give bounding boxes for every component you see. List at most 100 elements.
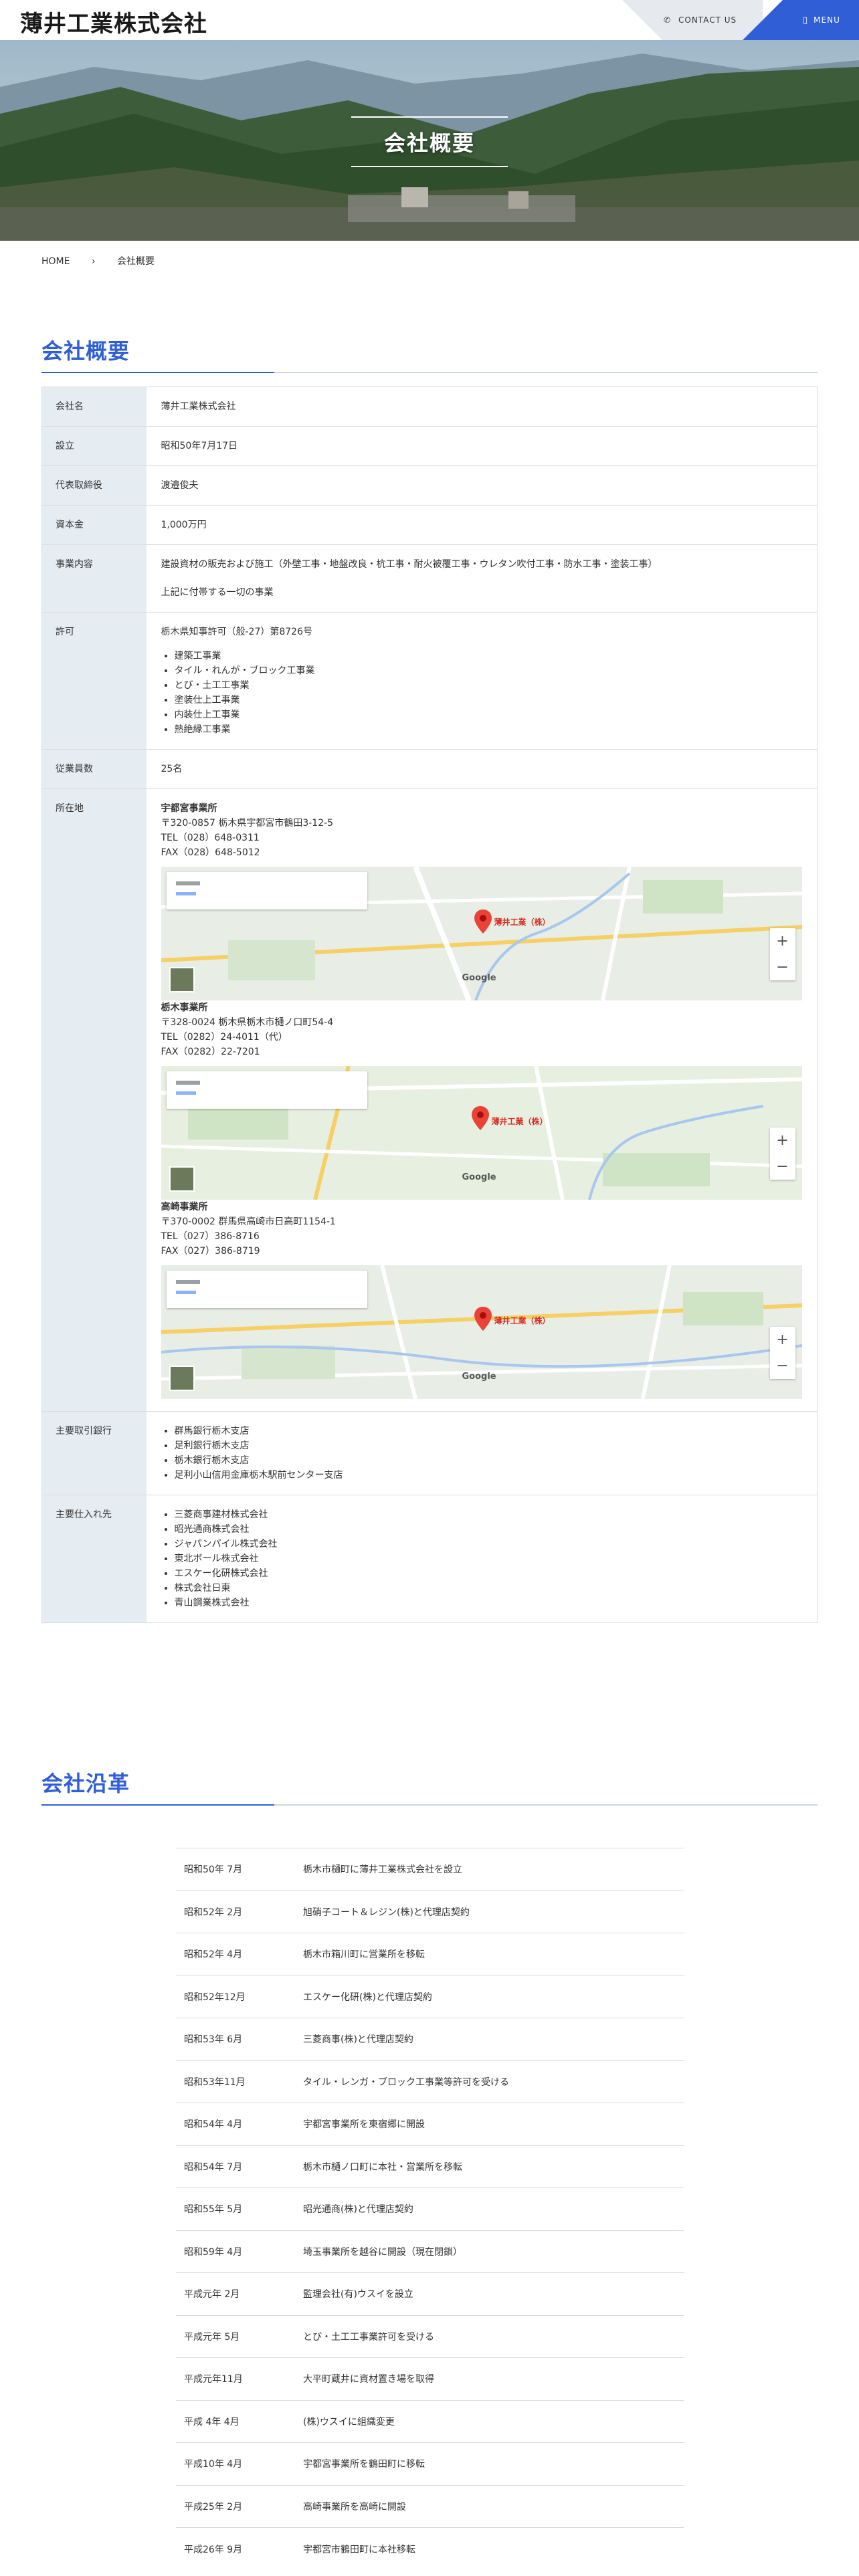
history-year: 昭和54年 7月 <box>176 2145 303 2188</box>
office-map[interactable]: 薄井工業（株） + − Google <box>161 867 802 1000</box>
label-license: 許可 <box>41 612 147 750</box>
map-zoom-in-button[interactable]: + <box>770 928 795 954</box>
google-logo: Google <box>462 973 496 983</box>
value-company-name: 薄井工業株式会社 <box>146 387 818 427</box>
banks-list: 群馬銀行栃木支店 足利銀行栃木支店 栃木銀行栃木支店 足利小山信用金庫栃木駅前セ… <box>161 1424 803 1483</box>
google-logo: Google <box>462 1372 496 1382</box>
row-ceo: 代表取締役 渡邉俊夫 <box>41 465 818 506</box>
history-event: 三菱商事(株)と代理店契約 <box>303 2018 684 2060</box>
map-pin-icon[interactable] <box>474 909 492 934</box>
google-logo: Google <box>462 1172 496 1182</box>
list-item: 東北ボール株式会社 <box>175 1551 803 1566</box>
company-section-heading: 会社概要 <box>41 334 818 373</box>
map-zoom-in-button[interactable]: + <box>770 1327 795 1353</box>
table-row: 昭和52年 2月 旭硝子コート＆レジン(株)と代理店契約 <box>176 1890 684 1933</box>
breadcrumb-home-link[interactable]: HOME <box>41 256 70 267</box>
list-item: ジャパンパイル株式会社 <box>175 1537 803 1551</box>
office-name: 栃木事業所 <box>161 1002 208 1013</box>
history-event: 宇都宮事業所を鶴田町に移転 <box>303 2442 684 2485</box>
history-event: 宇都宮市鶴田町に本社移転 <box>303 2527 684 2570</box>
history-event: (株)ウスイに組織変更 <box>303 2399 684 2443</box>
history-event: 栃木市箱川町に営業所を移転 <box>303 1933 684 1975</box>
site-logo[interactable]: 薄井工業株式会社 <box>20 5 207 38</box>
hero-title: 会社概要 <box>383 130 475 156</box>
row-capital: 資本金 1,000万円 <box>41 505 818 545</box>
table-row: 昭和50年 7月 栃木市樋町に薄井工業株式会社を設立 <box>176 1848 684 1891</box>
row-founded: 設立 昭和50年7月17日 <box>41 426 818 466</box>
map-satellite-toggle[interactable] <box>169 1166 195 1192</box>
history-event: 栃木市樋ノ口町に本社・営業所を移転 <box>303 2145 684 2188</box>
history-year: 平成元年 2月 <box>176 2272 303 2315</box>
breadcrumb: HOME › 会社概要 <box>41 254 173 267</box>
history-event: 旭硝子コート＆レジン(株)と代理店契約 <box>303 1890 684 1933</box>
suppliers-list: 三菱商事建材株式会社 昭光通商株式会社 ジャパンパイル株式会社 東北ボール株式会… <box>161 1507 803 1610</box>
license-list: 建築工事業 タイル・れんが・ブロック工事業 とび・土工工事業 塗装仕上工事業 内… <box>161 649 803 737</box>
map-satellite-toggle[interactable] <box>169 1366 195 1391</box>
hero-title-frame: 会社概要 <box>351 116 508 167</box>
list-item: 内装仕上工事業 <box>175 708 803 722</box>
history-event: とび・土工工事業許可を受ける <box>303 2315 684 2358</box>
history-year: 平成25年 2月 <box>176 2484 303 2528</box>
office-fax: FAX（0282）22-7201 <box>161 1047 260 1057</box>
label-business: 事業内容 <box>41 544 147 613</box>
history-section-heading: 会社沿革 <box>41 1767 818 1806</box>
map-satellite-toggle[interactable] <box>169 967 195 992</box>
map-zoom-in-button[interactable]: + <box>770 1128 795 1154</box>
label-location: 所在地 <box>41 788 147 1412</box>
contact-us-button[interactable]: ✆ CONTACT US <box>622 0 763 40</box>
breadcrumb-current: 会社概要 <box>117 256 155 267</box>
value-ceo: 渡邉俊夫 <box>146 465 818 506</box>
map-zoom-out-button[interactable]: − <box>770 1353 795 1379</box>
history-body: 昭和50年 7月 栃木市樋町に薄井工業株式会社を設立 昭和52年 2月 旭硝子コート＆… <box>176 1848 684 2570</box>
map-zoom-controls: + − <box>769 1327 795 1379</box>
office-tel: TEL（027）386-8716 <box>161 1231 260 1242</box>
office-name: 宇都宮事業所 <box>161 803 217 814</box>
value-location: 宇都宮事業所 〒320-0857 栃木県宇都宮市鶴田3-12-5 TEL（028… <box>146 788 818 1412</box>
row-license: 許可 栃木県知事許可（般-27）第8726号 建築工事業 タイル・れんが・ブロッ… <box>41 612 818 750</box>
row-company-name: 会社名 薄井工業株式会社 <box>41 387 818 427</box>
map-zoom-out-button[interactable]: − <box>770 1154 795 1180</box>
label-founded: 設立 <box>41 426 147 466</box>
office-map[interactable]: 薄井工業（株） + − Google <box>161 1066 802 1200</box>
table-row: 昭和59年 4月 埼玉事業所を越谷に開設（現在閉鎖） <box>176 2230 684 2273</box>
map-zoom-out-button[interactable]: − <box>770 954 795 980</box>
history-year: 平成元年11月 <box>176 2357 303 2400</box>
table-row: 昭和53年11月 タイル・レンガ・ブロック工事業等許可を受ける <box>176 2060 684 2103</box>
value-suppliers: 三菱商事建材株式会社 昭光通商株式会社 ジャパンパイル株式会社 東北ボール株式会… <box>146 1495 818 1623</box>
map-pin-icon[interactable] <box>471 1106 489 1130</box>
map-pin-label: 薄井工業（株） <box>494 1316 551 1325</box>
table-row: 昭和52年 4月 栃木市箱川町に営業所を移転 <box>176 1933 684 1975</box>
office-tel: TEL（028）648-0311 <box>161 833 260 843</box>
business-line-2: 上記に付帯する一切の事業 <box>161 587 274 598</box>
history-year: 昭和50年 7月 <box>176 1848 303 1891</box>
value-banks: 群馬銀行栃木支店 足利銀行栃木支店 栃木銀行栃木支店 足利小山信用金庫栃木駅前セ… <box>146 1411 818 1495</box>
history-year: 平成元年 5月 <box>176 2315 303 2358</box>
office-map[interactable]: 薄井工業（株） + − Google <box>161 1265 802 1399</box>
history-event: 大平町蔵井に資材置き場を取得 <box>303 2357 684 2400</box>
table-row: 平成26年 9月 宇都宮市鶴田町に本社移転 <box>176 2527 684 2570</box>
list-item: 塗装仕上工事業 <box>175 693 803 708</box>
map-info-card[interactable] <box>166 872 367 909</box>
history-year: 平成 4年 4月 <box>176 2399 303 2443</box>
map-pin-label: 薄井工業（株） <box>494 918 551 927</box>
list-item: タイル・れんが・ブロック工事業 <box>175 663 803 678</box>
table-row: 昭和54年 7月 栃木市樋ノ口町に本社・営業所を移転 <box>176 2145 684 2188</box>
table-row: 平成25年 2月 高崎事業所を高崎に開設 <box>176 2484 684 2528</box>
list-item: 青山鋼業株式会社 <box>175 1596 803 1610</box>
value-capital: 1,000万円 <box>146 505 818 545</box>
list-item: 足利銀行栃木支店 <box>175 1438 803 1453</box>
map-info-card[interactable] <box>166 1071 367 1109</box>
office-address: 〒328-0024 栃木県栃木市樋ノ口町54-4 <box>161 1017 334 1028</box>
office-fax: FAX（028）648-5012 <box>161 847 260 858</box>
map-zoom-controls: + − <box>769 1128 795 1180</box>
map-pin-icon[interactable] <box>474 1307 492 1331</box>
table-row: 平成元年11月 大平町蔵井に資材置き場を取得 <box>176 2357 684 2400</box>
list-item: 昭光通商株式会社 <box>175 1522 803 1537</box>
office-address: 〒370-0002 群馬県高崎市日高町1154-1 <box>161 1216 336 1227</box>
map-zoom-controls: + − <box>769 928 795 980</box>
map-info-card[interactable] <box>166 1271 367 1308</box>
row-employees: 従業員数 25名 <box>41 749 818 789</box>
list-item: エスケー化研株式会社 <box>175 1566 803 1581</box>
menu-icon: ▯ <box>803 15 809 25</box>
value-founded: 昭和50年7月17日 <box>146 426 818 466</box>
